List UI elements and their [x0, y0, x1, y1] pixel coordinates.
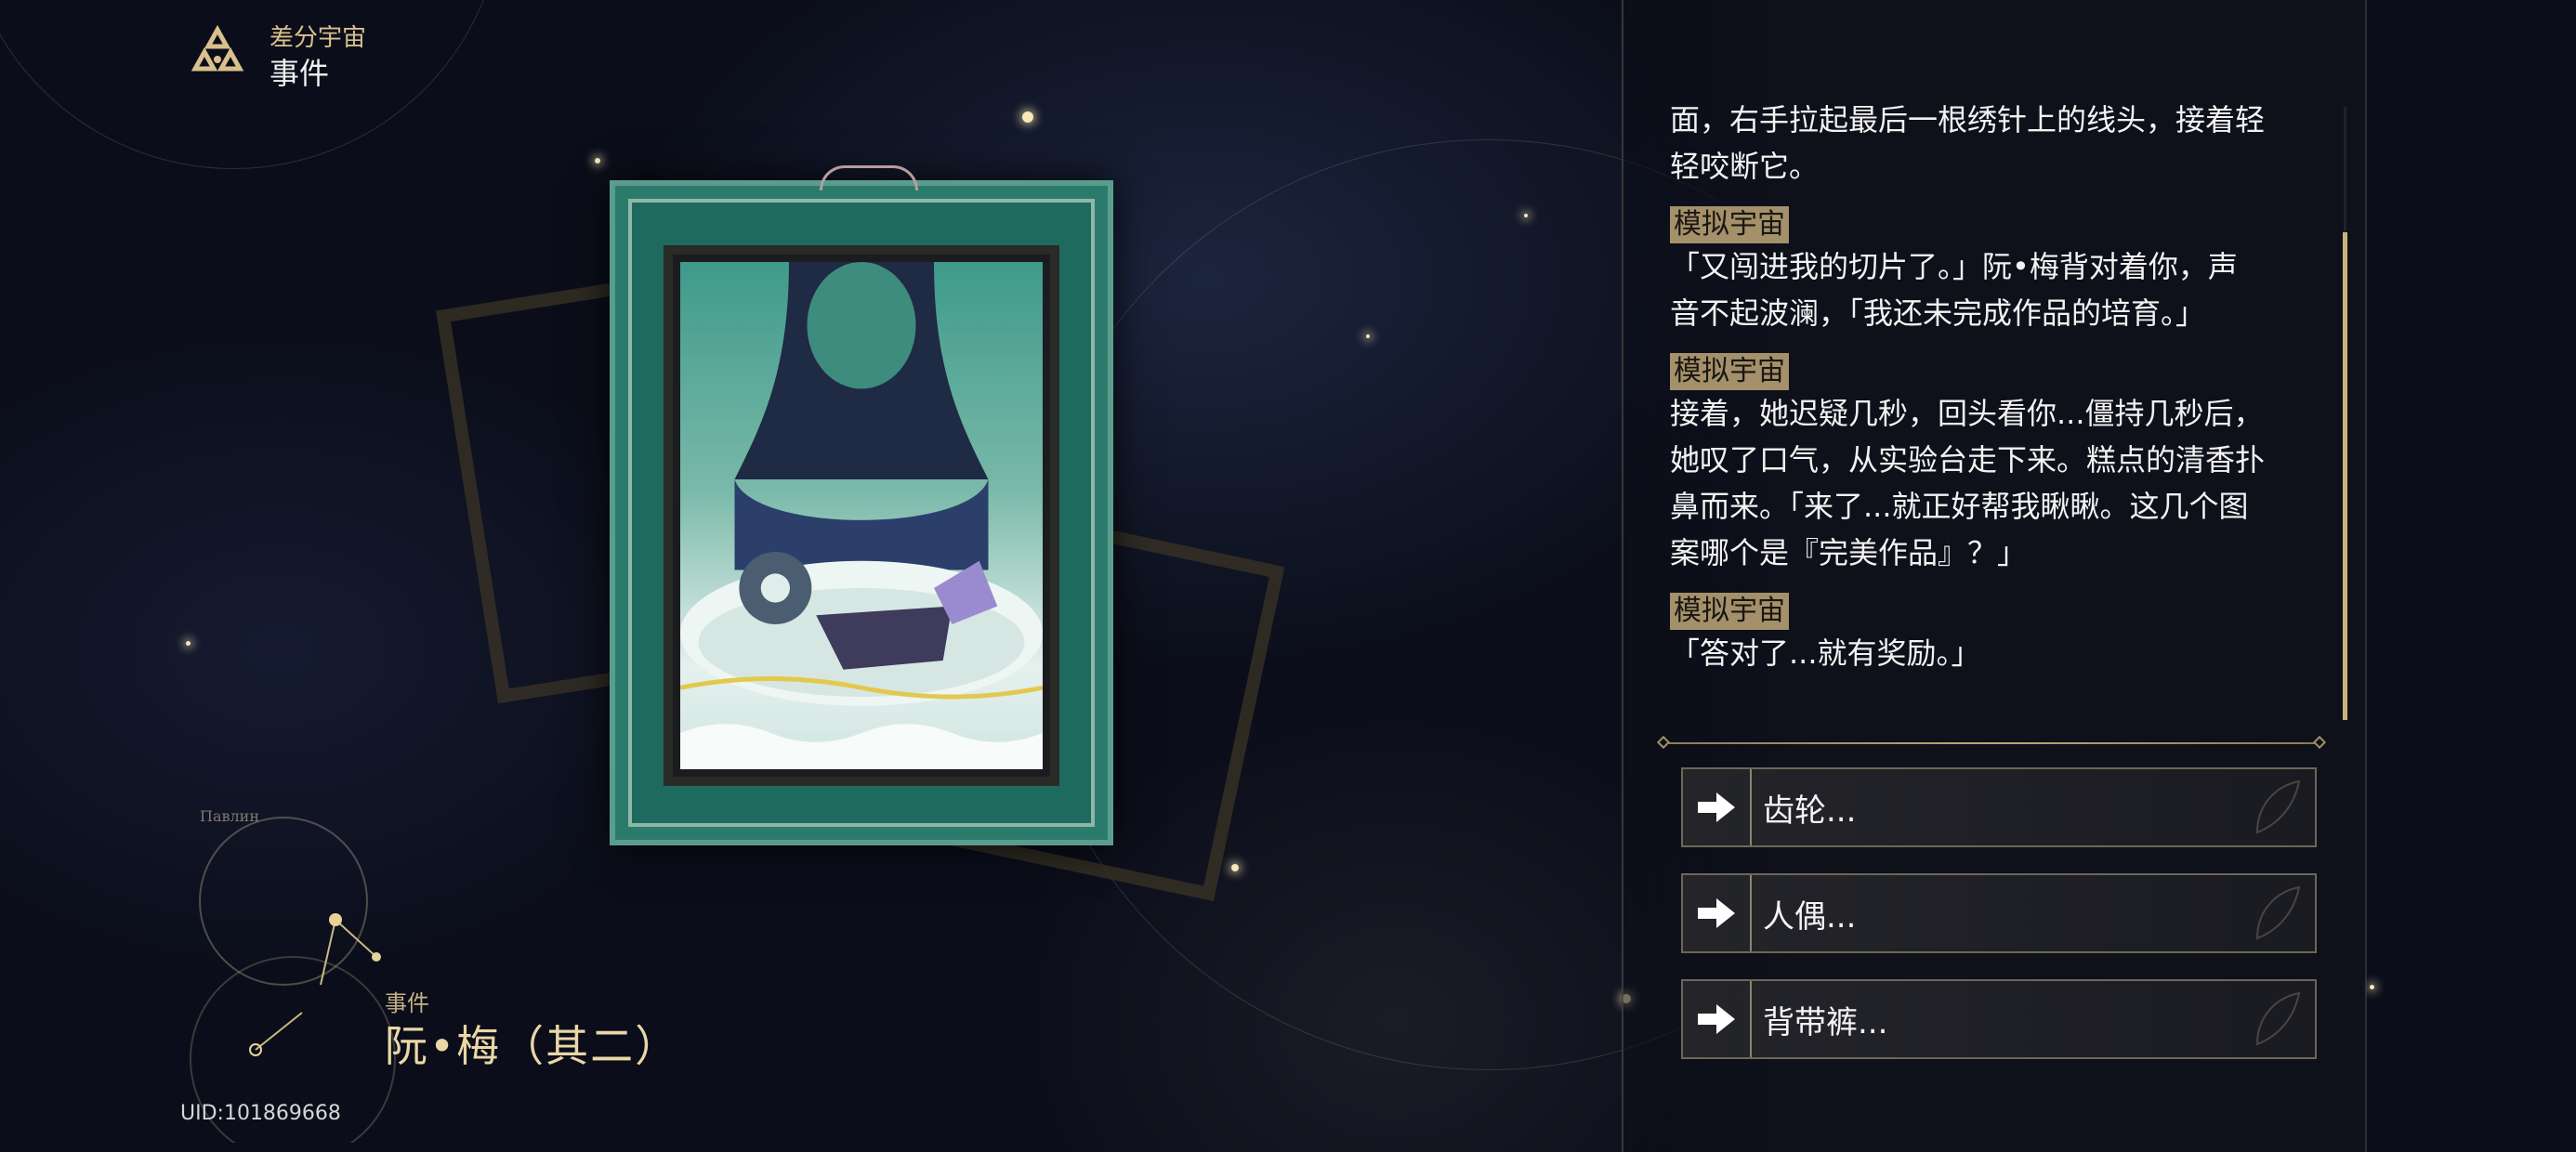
event-painting [610, 165, 1113, 845]
section-title: 事件 [269, 56, 330, 91]
leaf-ornament-icon [2255, 991, 2301, 1046]
option-gear-button[interactable]: 齿轮... [1681, 767, 2317, 847]
painting-canvas [664, 245, 1059, 786]
dialog-line: 「答对了...就有奖励。」 [1670, 635, 1981, 671]
frame-top-ornament [820, 165, 918, 190]
dialog-scrollbar-thumb[interactable] [2343, 232, 2347, 720]
arrow-right-icon [1683, 769, 1752, 845]
option-doll-button[interactable]: 人偶... [1681, 873, 2317, 953]
dialog-entry: 模拟宇宙 「又闯进我的切片了。」阮•梅背对着你，声 音不起波澜，「我还未完成作品… [1670, 190, 2320, 336]
mode-text: 差分宇宙 事件 [269, 22, 366, 93]
arrow-right-icon [1683, 981, 1752, 1057]
dialog-line: 接着，她迟疑几秒，回头看你...僵持几秒后， [1670, 396, 2264, 431]
speaker-tag: 模拟宇宙 [1670, 353, 1789, 390]
constellation-decoration: Павлин [190, 808, 396, 1143]
mode-badge: 差分宇宙 事件 [184, 22, 366, 93]
arrow-right-icon [1683, 875, 1752, 951]
mode-label: 差分宇宙 [269, 24, 367, 52]
dialog-entry: 面，右手拉起最后一根绣针上的线头，接着轻 轻咬断它。 [1670, 97, 2320, 190]
options-divider [1663, 742, 2320, 744]
leaf-ornament-icon [2255, 779, 2301, 834]
dialog-entry: 模拟宇宙 「答对了...就有奖励。」 [1670, 576, 2320, 676]
dialog-line: 鼻而来。「来了...就正好帮我瞅瞅。这几个图 [1670, 489, 2249, 524]
option-label: 人偶... [1763, 897, 1857, 936]
dialog-line: 面，右手拉起最后一根绣针上的线头，接着轻 [1670, 102, 2266, 137]
dialog-line: 音不起波澜，「我还未完成作品的培育。」 [1670, 295, 2206, 331]
option-label: 齿轮... [1763, 792, 1857, 830]
ruan-mei-portrait-illustration [680, 262, 1043, 769]
event-title: 阮•梅（其二） [385, 1021, 680, 1071]
option-label: 背带裤... [1763, 1003, 1888, 1041]
leaf-ornament-icon [2255, 885, 2301, 940]
speaker-tag: 模拟宇宙 [1670, 593, 1789, 630]
uid-label: UID:101869668 [180, 1102, 341, 1125]
constellation-label: Павлин [200, 808, 259, 825]
dialog-panel: 面，右手拉起最后一根绣针上的线头，接着轻 轻咬断它。 模拟宇宙 「又闯进我的切片… [1622, 0, 2367, 1152]
dialog-line: 轻咬断它。 [1670, 149, 1820, 184]
dialog-line: 案哪个是『完美作品』？」 [1670, 535, 2028, 570]
option-overalls-button[interactable]: 背带裤... [1681, 979, 2317, 1059]
speaker-tag: 模拟宇宙 [1670, 206, 1789, 243]
dialog-entry: 模拟宇宙 接着，她迟疑几秒，回头看你...僵持几秒后， 她叹了口气，从实验台走下… [1670, 336, 2320, 576]
dialog-line: 她叹了口气，从实验台走下来。糕点的清香扑 [1670, 442, 2266, 478]
triad-emblem-icon [191, 24, 244, 72]
dialog-line: 「又闯进我的切片了。」阮•梅背对着你，声 [1670, 249, 2238, 284]
dialog-log[interactable]: 面，右手拉起最后一根绣针上的线头，接着轻 轻咬断它。 模拟宇宙 「又闯进我的切片… [1670, 97, 2320, 676]
painting-art [680, 262, 1043, 769]
